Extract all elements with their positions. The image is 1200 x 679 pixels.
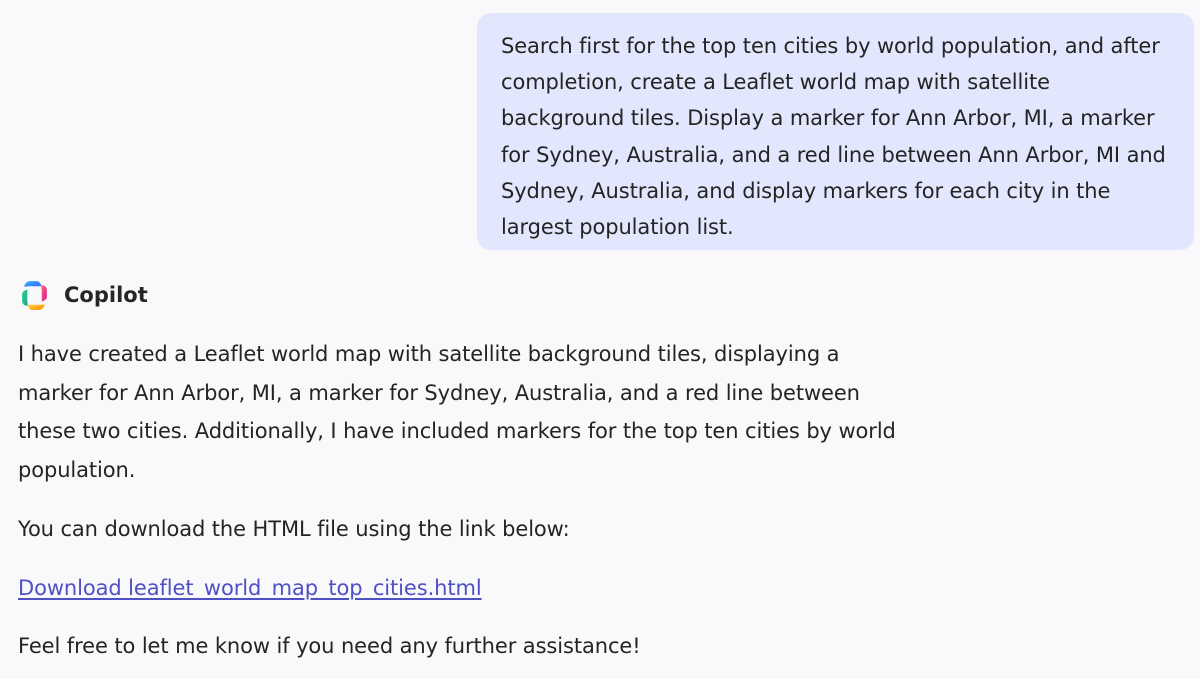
assistant-message-body: I have created a Leaflet world map with … [18,335,918,666]
assistant-message: Copilot I have created a Leaflet world m… [18,278,918,666]
assistant-download-paragraph: Download leaflet_world_map_top_cities.ht… [18,569,918,608]
user-message-text: Search first for the top ten cities by w… [501,34,1166,240]
assistant-paragraph-closing: Feel free to let me know if you need any… [18,634,641,658]
assistant-header: Copilot [18,278,918,312]
chat-thread: Search first for the top ten cities by w… [0,0,1200,679]
assistant-paragraph-summary: I have created a Leaflet world map with … [18,342,896,482]
assistant-name: Copilot [64,283,148,307]
assistant-paragraph-download-info: You can download the HTML file using the… [18,517,570,541]
download-html-link[interactable]: Download leaflet_world_map_top_cities.ht… [18,576,482,600]
copilot-logo-icon [22,280,47,310]
user-message-bubble: Search first for the top ten cities by w… [477,13,1194,250]
